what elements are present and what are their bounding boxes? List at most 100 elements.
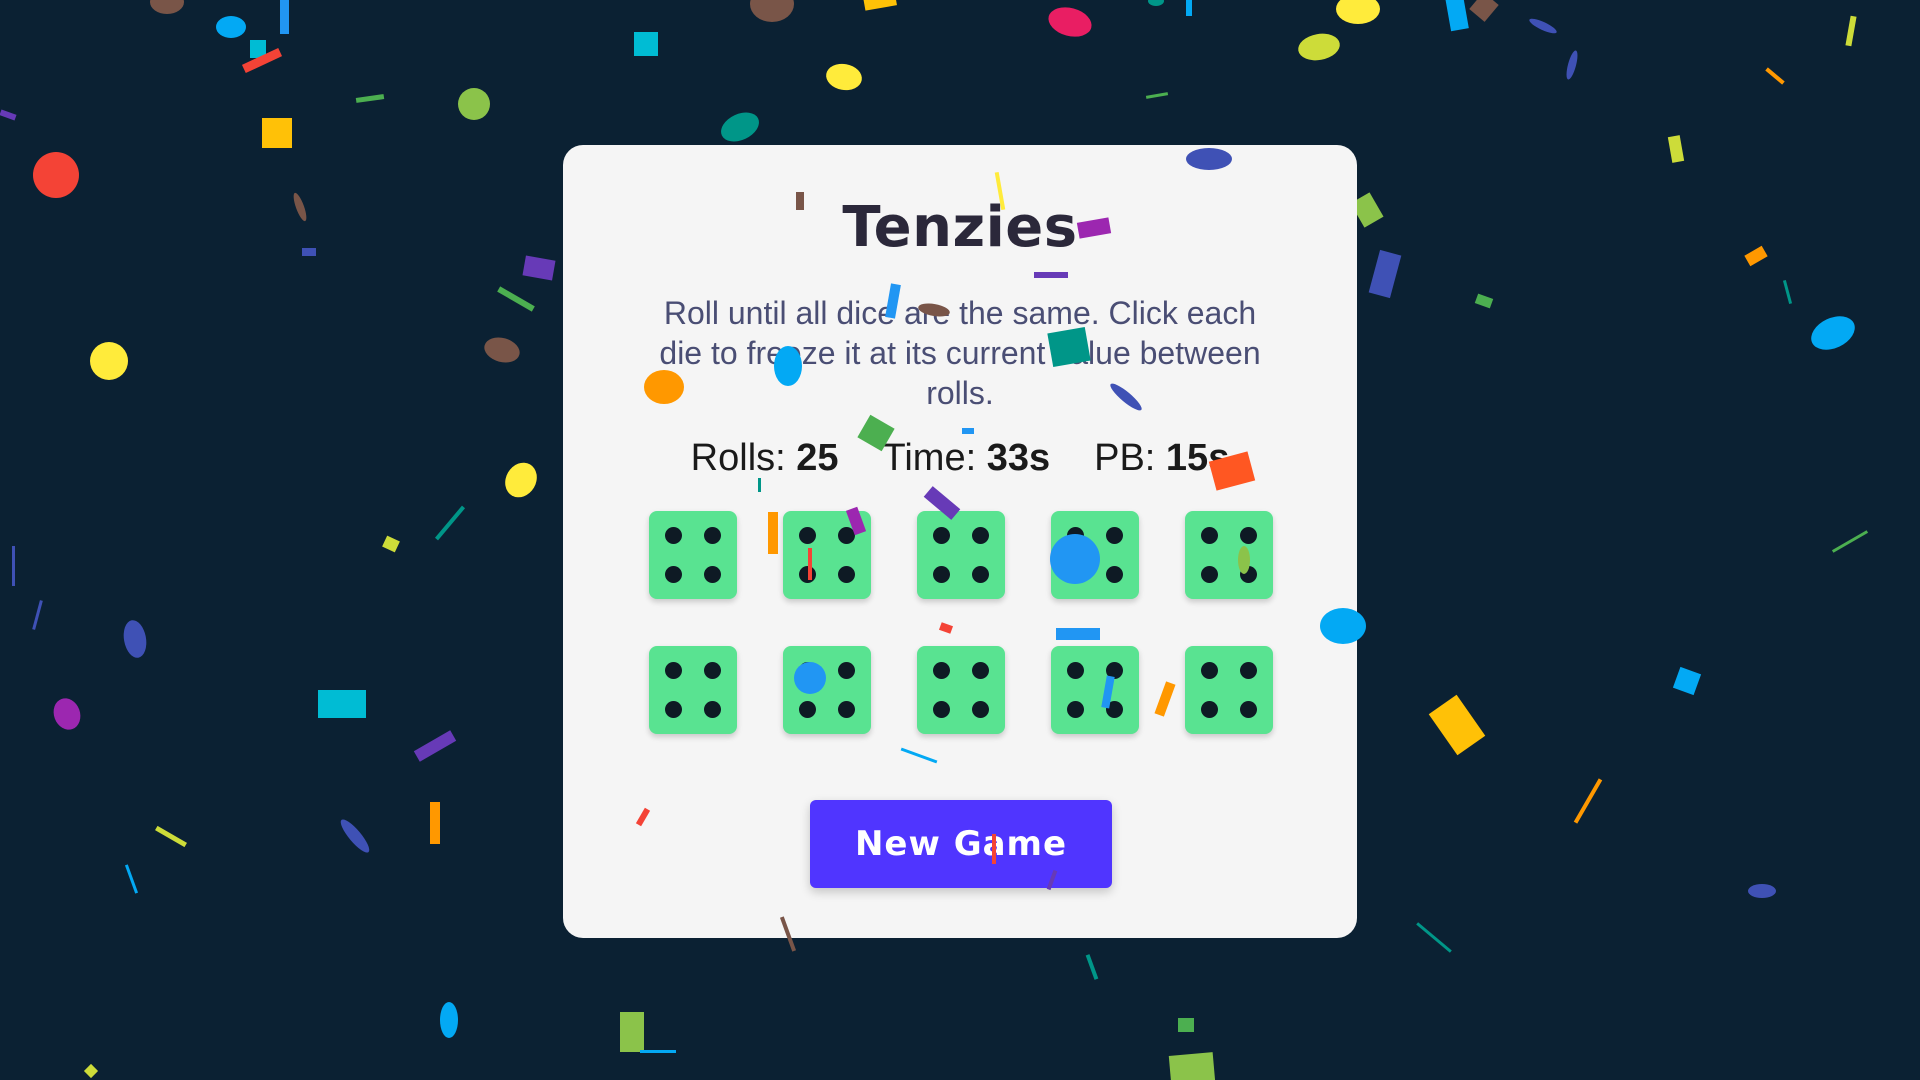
- die-pip: [704, 662, 721, 679]
- die-pip: [799, 662, 816, 679]
- die[interactable]: [1051, 646, 1139, 734]
- confetti-piece: [1085, 954, 1099, 980]
- die[interactable]: [1051, 511, 1139, 599]
- die-pip: [665, 662, 682, 679]
- confetti-piece: [216, 16, 246, 38]
- die[interactable]: [1185, 646, 1273, 734]
- confetti-piece: [32, 600, 43, 630]
- confetti-piece: [458, 88, 490, 120]
- confetti-piece: [262, 118, 292, 148]
- game-title: Tenzies: [842, 195, 1078, 260]
- die-pip: [799, 527, 816, 544]
- confetti-piece: [620, 1012, 644, 1052]
- confetti-piece: [1573, 778, 1603, 824]
- confetti-piece: [302, 248, 316, 256]
- confetti-piece: [750, 0, 794, 22]
- confetti-piece: [1831, 530, 1869, 553]
- die-pip: [1240, 527, 1257, 544]
- die[interactable]: [1185, 511, 1273, 599]
- confetti-piece: [863, 0, 897, 11]
- die[interactable]: [917, 646, 1005, 734]
- confetti-piece: [1445, 0, 1469, 32]
- die-pip: [1240, 662, 1257, 679]
- confetti-piece: [1744, 245, 1768, 267]
- confetti-piece: [1845, 15, 1857, 47]
- confetti-piece: [1782, 280, 1793, 304]
- confetti-piece: [12, 546, 15, 586]
- confetti-piece: [1667, 135, 1685, 163]
- confetti-piece: [1178, 1018, 1194, 1032]
- time-value: 33s: [986, 437, 1051, 479]
- confetti-piece: [291, 191, 309, 223]
- die-pip: [1201, 662, 1218, 679]
- die-pip: [665, 566, 682, 583]
- confetti-piece: [1474, 293, 1494, 309]
- confetti-piece: [499, 456, 543, 504]
- die-pip: [1201, 566, 1218, 583]
- confetti-piece: [1186, 0, 1192, 16]
- die-pip: [704, 701, 721, 718]
- confetti-piece: [155, 825, 187, 848]
- die-pip: [1201, 527, 1218, 544]
- confetti-piece: [355, 94, 385, 103]
- die-pip: [1067, 701, 1084, 718]
- die-pip: [1067, 662, 1084, 679]
- die-pip: [933, 527, 950, 544]
- die-pip: [838, 701, 855, 718]
- rolls-stat: Rolls: 25: [691, 437, 839, 480]
- confetti-piece: [440, 1002, 458, 1038]
- die-pip: [933, 662, 950, 679]
- confetti-piece: [1428, 694, 1486, 756]
- die[interactable]: [783, 511, 871, 599]
- new-game-button[interactable]: New Game: [810, 800, 1112, 888]
- confetti-piece: [33, 152, 79, 198]
- confetti-piece: [1296, 30, 1342, 64]
- die-pip: [1201, 701, 1218, 718]
- confetti-piece: [318, 690, 366, 718]
- confetti-piece: [1368, 249, 1402, 299]
- die-pip: [838, 566, 855, 583]
- game-screen: Tenzies Roll until all dice are the same…: [0, 0, 1920, 1080]
- die-pip: [933, 701, 950, 718]
- confetti-piece: [1765, 67, 1785, 85]
- confetti-piece: [1805, 309, 1861, 357]
- confetti-piece: [430, 802, 440, 844]
- confetti-piece: [49, 694, 85, 734]
- die-pip: [972, 527, 989, 544]
- die-pip: [838, 662, 855, 679]
- confetti-piece: [824, 61, 864, 93]
- die[interactable]: [917, 511, 1005, 599]
- die[interactable]: [649, 511, 737, 599]
- pb-value: 15s: [1165, 437, 1230, 479]
- confetti-piece: [0, 109, 17, 121]
- die-pip: [1106, 662, 1123, 679]
- confetti-piece: [1416, 922, 1452, 953]
- rolls-value: 25: [796, 437, 839, 479]
- die-pip: [972, 566, 989, 583]
- die-pip: [1067, 566, 1084, 583]
- die-pip: [1240, 566, 1257, 583]
- die-pip: [799, 566, 816, 583]
- confetti-piece: [1145, 92, 1169, 99]
- confetti-piece: [1564, 49, 1580, 81]
- die-pip: [1106, 701, 1123, 718]
- die[interactable]: [783, 646, 871, 734]
- confetti-piece: [497, 286, 535, 312]
- confetti-piece: [241, 47, 283, 74]
- confetti-piece: [1748, 884, 1776, 898]
- die-pip: [1106, 566, 1123, 583]
- confetti-piece: [1336, 0, 1380, 24]
- personal-best-stat: PB: 15s: [1094, 437, 1229, 480]
- time-stat: Time: 33s: [883, 437, 1051, 480]
- confetti-piece: [280, 0, 289, 34]
- stats-bar: Rolls: 25 Time: 33s PB: 15s: [563, 437, 1357, 480]
- die[interactable]: [649, 646, 737, 734]
- confetti-piece: [1469, 0, 1499, 22]
- die-pip: [704, 527, 721, 544]
- confetti-piece: [1045, 2, 1095, 42]
- confetti-piece: [150, 0, 184, 14]
- rolls-label: Rolls:: [690, 437, 786, 479]
- die-pip: [838, 527, 855, 544]
- confetti-piece: [434, 505, 466, 541]
- die-pip: [1106, 527, 1123, 544]
